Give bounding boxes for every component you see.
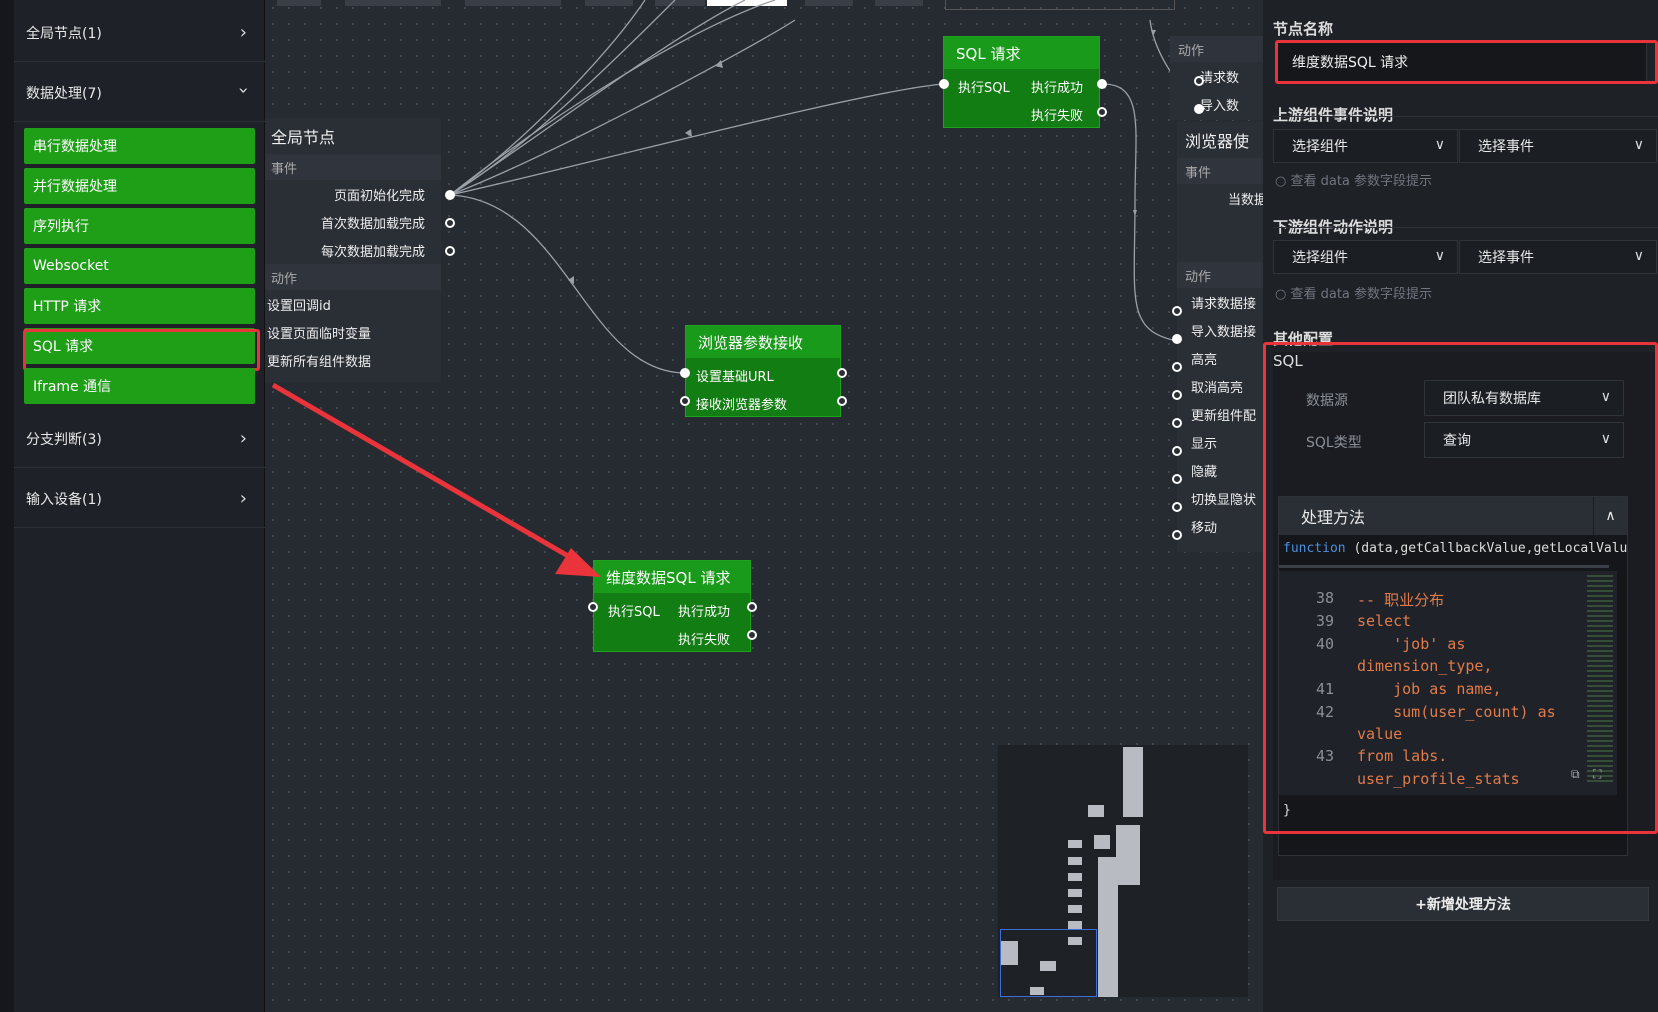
- upstream-title: 上游组件事件说明: [1273, 106, 1394, 124]
- minimap-block: [1088, 805, 1104, 817]
- input-port[interactable]: [1194, 104, 1204, 114]
- input-port[interactable]: [1172, 502, 1182, 512]
- component-websocket[interactable]: Websocket: [24, 248, 255, 284]
- actions-section-label: 动作: [1177, 262, 1263, 288]
- item-label: 序列执行: [33, 219, 89, 235]
- input-port[interactable]: [1172, 306, 1182, 316]
- minimap-block: [1068, 921, 1082, 929]
- events-section-label: 事件: [1177, 158, 1263, 184]
- node-title: 浏览器使: [1185, 132, 1250, 151]
- action-row: 隐藏: [1191, 464, 1218, 480]
- search-icon: ○: [1275, 174, 1291, 189]
- input-port[interactable]: [1172, 446, 1182, 456]
- sidebar-strip: [0, 0, 14, 1012]
- minimap-block: [1098, 857, 1118, 997]
- action-row: 请求数据接: [1191, 296, 1257, 312]
- category-global-nodes[interactable]: 全局节点(1) ›: [14, 4, 265, 62]
- upstream-event-select[interactable]: 选择事件 ∨: [1459, 129, 1657, 163]
- partial-node-top[interactable]: 动作 请求数 导入数: [1170, 36, 1263, 120]
- action-row: 导入数据接: [1191, 324, 1257, 340]
- input-port[interactable]: [1172, 362, 1182, 372]
- event-row: 当数据: [1227, 192, 1263, 208]
- actions-section-label: 动作: [1170, 36, 1263, 62]
- highlight-sql-config: [1263, 342, 1658, 834]
- input-port[interactable]: [1194, 76, 1204, 86]
- category-label: 数据处理(7): [26, 85, 102, 102]
- minimap-block: [1116, 825, 1140, 885]
- select-value: 选择事件: [1478, 250, 1534, 266]
- chevron-down-icon: ∨: [1434, 137, 1445, 153]
- divider: [1273, 116, 1658, 117]
- minimap-block: [1068, 873, 1082, 881]
- downstream-hint[interactable]: ○ 查看 data 参数字段提示: [1275, 283, 1432, 302]
- minimap-block: [1068, 905, 1082, 913]
- add-method-button[interactable]: +新增处理方法: [1277, 887, 1649, 921]
- minimap-block: [1068, 889, 1082, 897]
- search-icon: ○: [1275, 287, 1291, 302]
- item-label: 并行数据处理: [33, 179, 117, 195]
- action-row: 请求数: [1200, 70, 1240, 86]
- item-label: HTTP 请求: [33, 299, 102, 315]
- component-sidebar: 全局节点(1) › 数据处理(7) › 串行数据处理 并行数据处理 序列执行 W…: [0, 0, 265, 1012]
- category-label: 输入设备(1): [26, 491, 102, 508]
- node-name-title: 节点名称: [1273, 20, 1334, 38]
- chevron-down-icon: ∨: [1633, 137, 1644, 153]
- component-http-request[interactable]: HTTP 请求: [24, 288, 255, 324]
- component-iframe-comm[interactable]: Iframe 通信: [24, 368, 255, 404]
- flow-canvas[interactable]: 全局节点 事件 页面初始化完成 首次数据加载完成 每次数据加载完成 动作 设置回…: [265, 0, 1263, 1012]
- minimap[interactable]: [998, 745, 1248, 997]
- highlight-sql-item: [23, 329, 260, 371]
- category-label: 全局节点(1): [26, 25, 102, 42]
- minimap-block: [1068, 840, 1082, 848]
- properties-panel: 节点名称 维度数据SQL 请求 上游组件事件说明 选择组件 ∨ 选择事件 ∨ ○…: [1263, 0, 1658, 1012]
- item-label: Iframe 通信: [33, 379, 112, 395]
- minimap-block: [1094, 835, 1110, 849]
- category-input-device[interactable]: 输入设备(1) ›: [14, 470, 265, 528]
- downstream-event-select[interactable]: 选择事件 ∨: [1459, 240, 1657, 274]
- upstream-hint[interactable]: ○ 查看 data 参数字段提示: [1275, 170, 1432, 189]
- action-row: 显示: [1191, 436, 1218, 452]
- minimap-block: [1068, 857, 1082, 865]
- component-parallel-processing[interactable]: 并行数据处理: [24, 168, 255, 204]
- hint-text: 查看 data 参数字段提示: [1290, 287, 1433, 302]
- chevron-right-icon: ›: [239, 488, 247, 509]
- input-port[interactable]: [1172, 530, 1182, 540]
- chevron-down-icon: ∨: [1434, 248, 1445, 264]
- chevron-right-icon: ›: [239, 428, 247, 449]
- category-label: 分支判断(3): [26, 431, 102, 448]
- downstream-component-select[interactable]: 选择组件 ∨: [1273, 240, 1458, 274]
- input-port[interactable]: [1172, 334, 1182, 344]
- action-row: 取消高亮: [1191, 380, 1244, 396]
- select-value: 选择事件: [1478, 139, 1534, 155]
- action-row: 移动: [1191, 520, 1218, 536]
- minimap-block: [1123, 747, 1143, 817]
- component-sequence[interactable]: 序列执行: [24, 208, 255, 244]
- action-row: 切换显隐状: [1191, 492, 1257, 508]
- action-row: 导入数: [1200, 98, 1240, 114]
- action-row: 高亮: [1191, 352, 1218, 368]
- item-label: Websocket: [33, 258, 109, 274]
- hint-text: 查看 data 参数字段提示: [1290, 174, 1433, 189]
- input-port[interactable]: [1172, 390, 1182, 400]
- select-value: 选择组件: [1292, 250, 1348, 266]
- category-branch[interactable]: 分支判断(3) ›: [14, 410, 265, 468]
- chevron-right-icon: ›: [239, 22, 247, 43]
- browser-use-node[interactable]: 浏览器使 事件 当数据 动作 请求数据接 导入数据接 高亮 取消高亮 更新组件配…: [1177, 122, 1263, 552]
- upstream-component-select[interactable]: 选择组件 ∨: [1273, 129, 1458, 163]
- minimap-viewport[interactable]: [1000, 929, 1097, 997]
- divider: [1273, 227, 1658, 228]
- item-label: 串行数据处理: [33, 139, 117, 155]
- input-port[interactable]: [1172, 418, 1182, 428]
- category-data-processing[interactable]: 数据处理(7) ›: [14, 64, 265, 122]
- highlight-node-name: [1275, 40, 1658, 84]
- select-value: 选择组件: [1292, 139, 1348, 155]
- action-row: 更新组件配: [1191, 408, 1257, 424]
- component-serial-processing[interactable]: 串行数据处理: [24, 128, 255, 164]
- chevron-down-icon: ›: [232, 86, 254, 95]
- chevron-down-icon: ∨: [1633, 248, 1644, 264]
- input-port[interactable]: [1172, 474, 1182, 484]
